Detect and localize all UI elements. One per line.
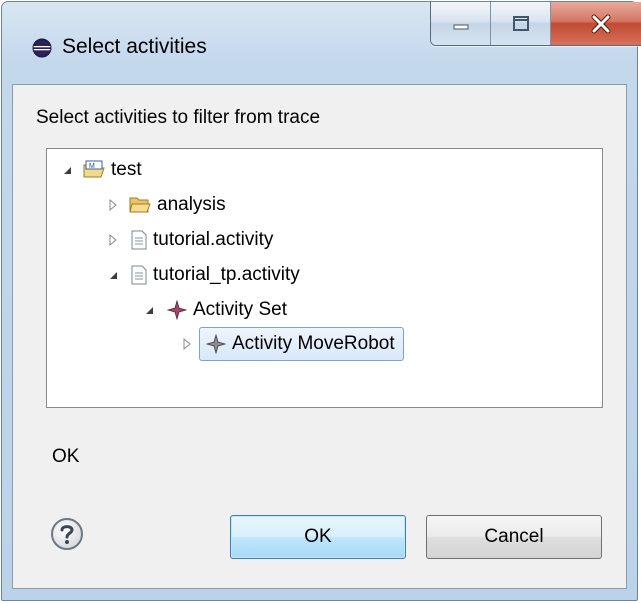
maximize-button[interactable]	[491, 2, 551, 45]
project-icon: M	[83, 160, 105, 178]
expanded-arrow-icon[interactable]	[143, 304, 155, 316]
status-message: OK	[52, 446, 80, 467]
close-button[interactable]	[551, 2, 641, 45]
tree-item-label: Activity MoveRobot	[232, 333, 395, 354]
minimize-icon	[453, 24, 468, 29]
file-icon	[131, 230, 147, 250]
tree-item-tutorial-tp-activity[interactable]: tutorial_tp.activity	[107, 260, 300, 290]
prompt-label: Select activities to filter from trace	[36, 107, 321, 128]
maximize-icon	[512, 15, 529, 31]
activity-icon	[206, 334, 226, 354]
tree-item-label: tutorial.activity	[153, 229, 274, 250]
activity-tree[interactable]: M test analysis tutorial.activity tutori…	[46, 148, 603, 408]
tree-item-analysis[interactable]: analysis	[107, 190, 226, 220]
collapsed-arrow-icon[interactable]	[107, 199, 119, 211]
eclipse-icon	[32, 38, 52, 58]
tree-item-label: tutorial_tp.activity	[153, 264, 300, 285]
cancel-button[interactable]: Cancel	[426, 515, 602, 559]
selection-highlight: Activity MoveRobot	[199, 327, 404, 361]
minimize-button[interactable]	[431, 2, 491, 45]
expanded-arrow-icon[interactable]	[107, 269, 119, 281]
expanded-arrow-icon[interactable]	[61, 164, 73, 176]
folder-icon	[129, 197, 151, 213]
tree-item-test[interactable]: M test	[61, 155, 142, 185]
tree-item-activity-moverobot[interactable]: Activity MoveRobot	[181, 327, 404, 361]
window-title: Select activities	[62, 35, 207, 58]
file-icon	[131, 265, 147, 285]
tree-item-label: test	[111, 159, 142, 180]
activity-set-icon	[167, 300, 187, 320]
ok-button[interactable]: OK	[230, 515, 406, 559]
svg-text:M: M	[89, 163, 95, 170]
tree-item-label: analysis	[157, 194, 226, 215]
collapsed-arrow-icon[interactable]	[107, 234, 119, 246]
collapsed-arrow-icon[interactable]	[181, 338, 193, 350]
help-icon[interactable]	[50, 517, 84, 551]
title-bar[interactable]: Select activities	[2, 2, 641, 84]
tree-item-label: Activity Set	[193, 299, 287, 320]
window-controls	[430, 2, 641, 46]
tree-item-activity-set[interactable]: Activity Set	[143, 295, 287, 325]
tree-item-tutorial-activity[interactable]: tutorial.activity	[107, 225, 273, 255]
close-icon	[591, 14, 611, 33]
